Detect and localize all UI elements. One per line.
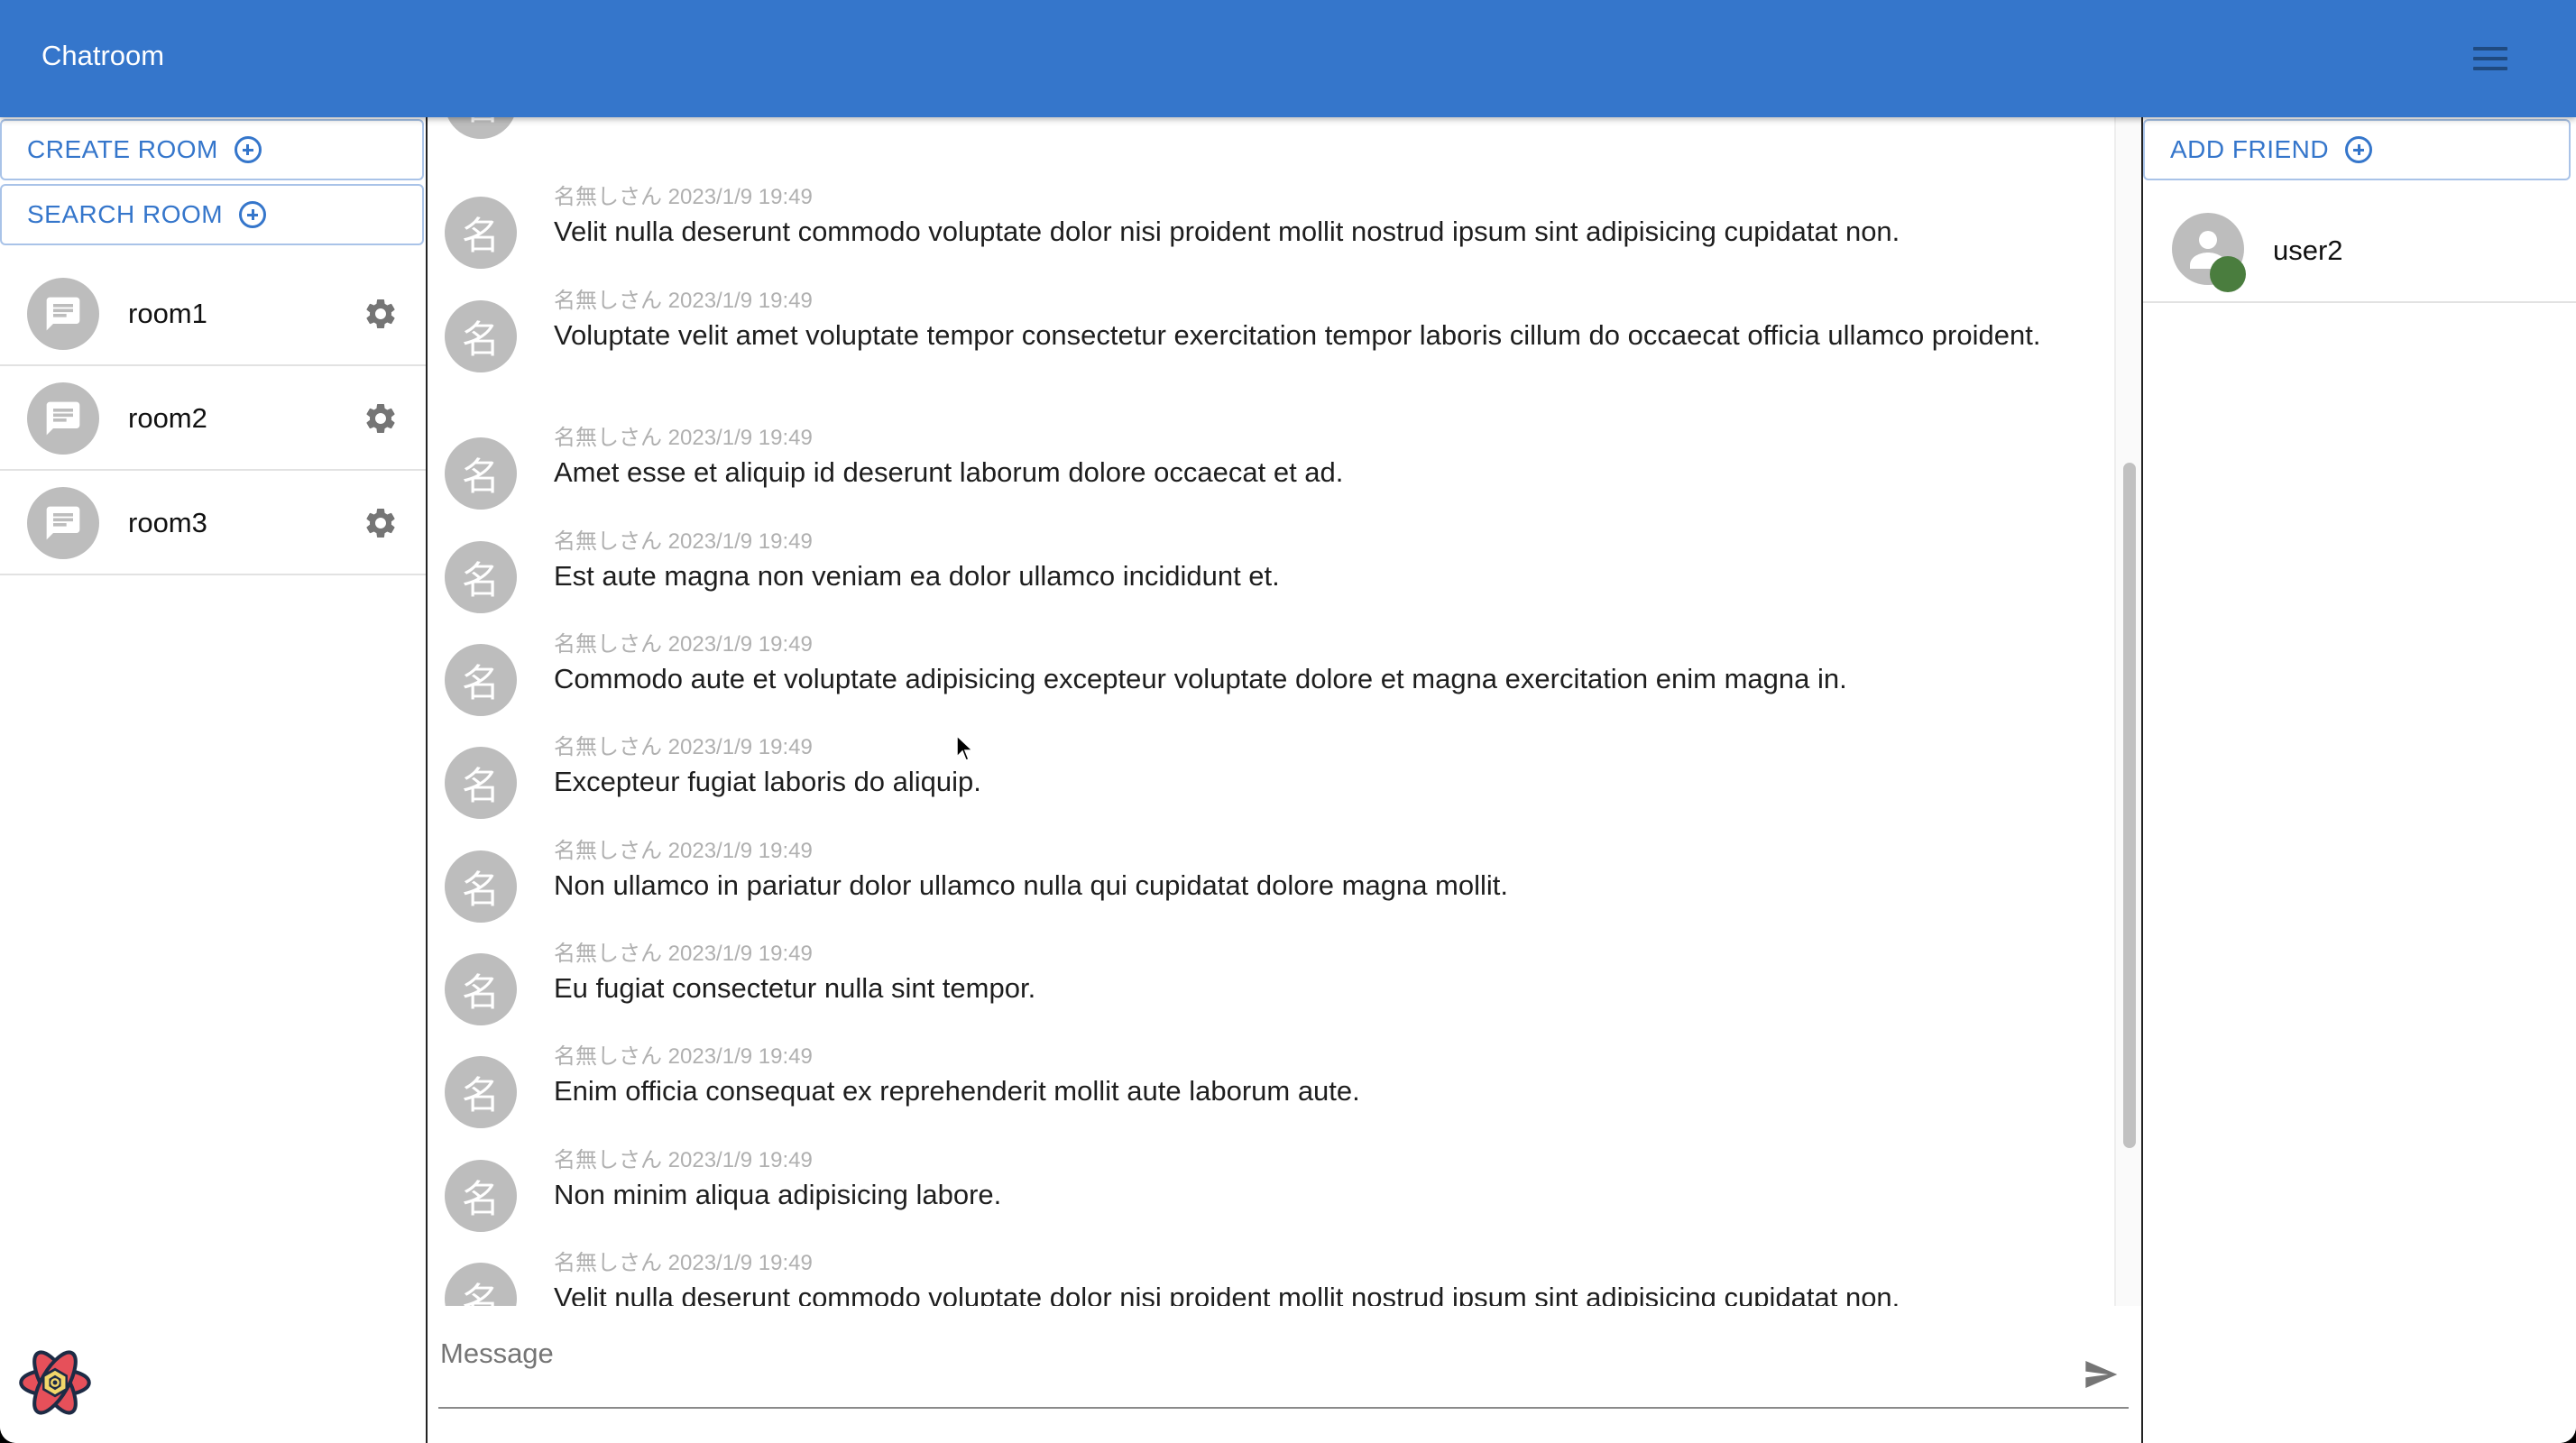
send-icon[interactable] <box>2080 1356 2121 1392</box>
add-circle-icon <box>2345 136 2373 163</box>
add-circle-icon <box>239 201 267 228</box>
room-item[interactable]: room2 <box>0 366 426 471</box>
mouse-cursor-icon <box>956 735 974 761</box>
online-status-indicator <box>2210 256 2246 292</box>
room-sidebar: CREATE ROOM SEARCH ROOM room1 room2 room… <box>0 117 428 1443</box>
message-scrollbar[interactable] <box>2114 117 2141 1306</box>
add-friend-button[interactable]: ADD FRIEND <box>2143 119 2571 180</box>
user-avatar: 名 <box>445 1263 517 1306</box>
message-meta: 名無しさん 2023/1/9 19:49 <box>554 529 813 554</box>
room-list: room1 room2 room3 <box>0 262 426 575</box>
friends-sidebar: ADD FRIEND user2 <box>2143 117 2576 1443</box>
message-input[interactable] <box>438 1326 2047 1382</box>
friend-item[interactable]: user2 <box>2143 184 2576 303</box>
message-meta: 名無しさん 2023/1/9 19:49 <box>554 185 813 209</box>
app-header: Chatroom <box>0 0 2576 117</box>
user-avatar: 名 <box>445 437 517 510</box>
message-text: Velit nulla deserunt commodo voluptate d… <box>554 1282 1900 1306</box>
input-underline <box>438 1407 2129 1409</box>
chat-bubble-icon <box>27 382 99 455</box>
user-avatar: 名 <box>445 1160 517 1232</box>
gear-icon[interactable] <box>363 400 399 437</box>
create-room-button[interactable]: CREATE ROOM <box>0 119 424 180</box>
message-text: Amet esse et aliquip id deserunt laborum… <box>554 456 1344 488</box>
message-composer <box>438 1326 2129 1409</box>
user-avatar: 名 <box>445 644 517 716</box>
user-avatar: 名 <box>445 117 517 139</box>
create-room-label: CREATE ROOM <box>27 135 218 163</box>
gear-icon[interactable] <box>363 505 399 541</box>
message-text: Non minim aliqua adipisicing labore. <box>554 1179 1002 1210</box>
message-list: 名Non minim aliqua adipisicing labore.名名無… <box>428 117 2114 1306</box>
message-text: Excepteur fugiat laboris do aliquip. <box>554 766 981 797</box>
chat-panel: 名Non minim aliqua adipisicing labore.名名無… <box>428 117 2143 1443</box>
chat-bubble-icon <box>27 278 99 350</box>
user-avatar: 名 <box>445 541 517 613</box>
user-avatar: 名 <box>445 197 517 269</box>
message-meta: 名無しさん 2023/1/9 19:49 <box>554 1251 813 1275</box>
message-meta: 名無しさん 2023/1/9 19:49 <box>554 289 813 313</box>
message-meta: 名無しさん 2023/1/9 19:49 <box>554 839 813 863</box>
hamburger-menu-icon[interactable] <box>2473 47 2507 70</box>
user-avatar: 名 <box>445 850 517 923</box>
user-avatar: 名 <box>445 747 517 819</box>
message-text: Non ullamco in pariatur dolor ullamco nu… <box>554 869 1509 901</box>
room-name: room1 <box>128 298 207 329</box>
message-text: Enim officia consequat ex reprehenderit … <box>554 1075 1360 1107</box>
user-avatar: 名 <box>445 1056 517 1128</box>
message-text: Voluptate velit amet voluptate tempor co… <box>554 319 2041 351</box>
scrollbar-thumb[interactable] <box>2123 463 2136 1148</box>
friend-name: user2 <box>2273 234 2343 266</box>
chatroom-app: Chatroom CREATE ROOM SEARCH ROOM room1 r… <box>0 0 2576 1443</box>
message-text: Est aute magna non veniam ea dolor ullam… <box>554 560 1280 592</box>
room-item[interactable]: room3 <box>0 471 426 575</box>
app-title: Chatroom <box>41 40 165 71</box>
message-text: Commodo aute et voluptate adipisicing ex… <box>554 663 1847 694</box>
message-text: Non minim aliqua adipisicing labore. <box>554 117 2051 119</box>
message-meta: 名無しさん 2023/1/9 19:49 <box>554 735 813 759</box>
room-item[interactable]: room1 <box>0 262 426 366</box>
search-room-button[interactable]: SEARCH ROOM <box>0 184 424 245</box>
add-friend-label: ADD FRIEND <box>2170 135 2330 163</box>
room-name: room3 <box>128 507 207 538</box>
user-avatar: 名 <box>445 300 517 372</box>
search-room-label: SEARCH ROOM <box>27 200 224 228</box>
message-meta: 名無しさん 2023/1/9 19:49 <box>554 632 813 657</box>
gear-icon[interactable] <box>363 296 399 332</box>
message-meta: 名無しさん 2023/1/9 19:49 <box>554 942 813 966</box>
atom-logo-icon <box>19 1350 91 1415</box>
room-name: room2 <box>128 402 207 434</box>
message-meta: 名無しさん 2023/1/9 19:49 <box>554 426 813 450</box>
message-text: Velit nulla deserunt commodo voluptate d… <box>554 216 1900 247</box>
message-text: Eu fugiat consectetur nulla sint tempor. <box>554 972 1036 1004</box>
user-avatar: 名 <box>445 953 517 1025</box>
message-meta: 名無しさん 2023/1/9 19:49 <box>554 1148 813 1172</box>
message-meta: 名無しさん 2023/1/9 19:49 <box>554 1044 813 1069</box>
add-circle-icon <box>234 136 262 163</box>
chat-bubble-icon <box>27 487 99 559</box>
